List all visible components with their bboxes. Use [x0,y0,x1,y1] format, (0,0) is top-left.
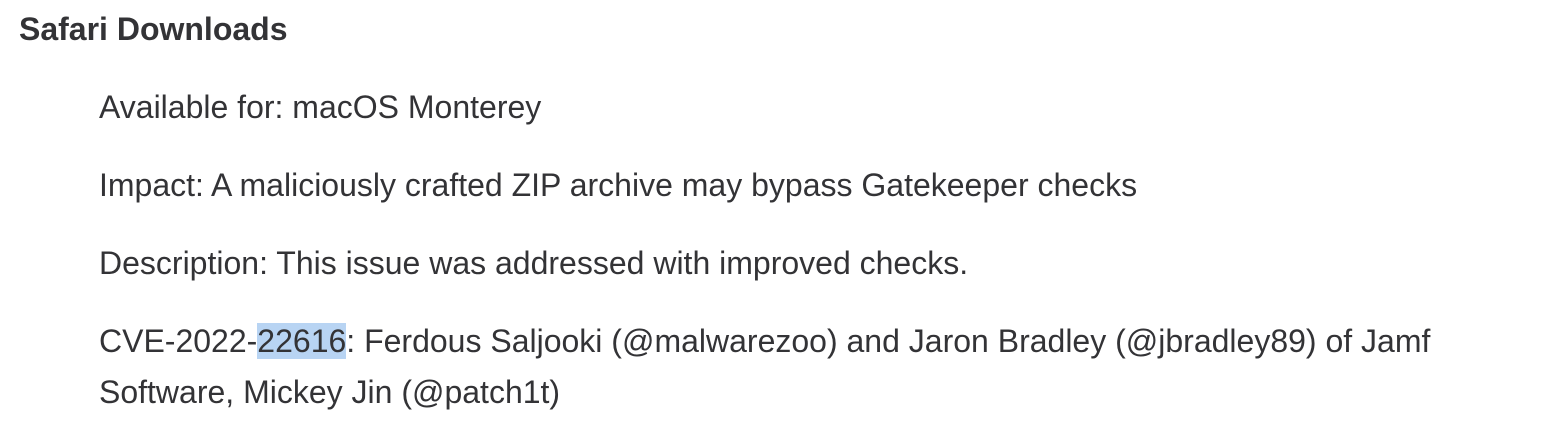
available-for-text: Available for: macOS Monterey [99,89,542,125]
cve-number-selected[interactable]: 22616 [257,323,347,359]
cve-prefix: CVE-2022- [99,323,258,359]
impact-text: Impact: A maliciously crafted ZIP archiv… [99,167,1138,203]
section-title: Safari Downloads [19,11,288,47]
cve-entry: CVE-2022-22616: Ferdous Saljooki (@malwa… [99,316,1539,418]
description-text: Description: This issue was addressed wi… [99,245,969,281]
